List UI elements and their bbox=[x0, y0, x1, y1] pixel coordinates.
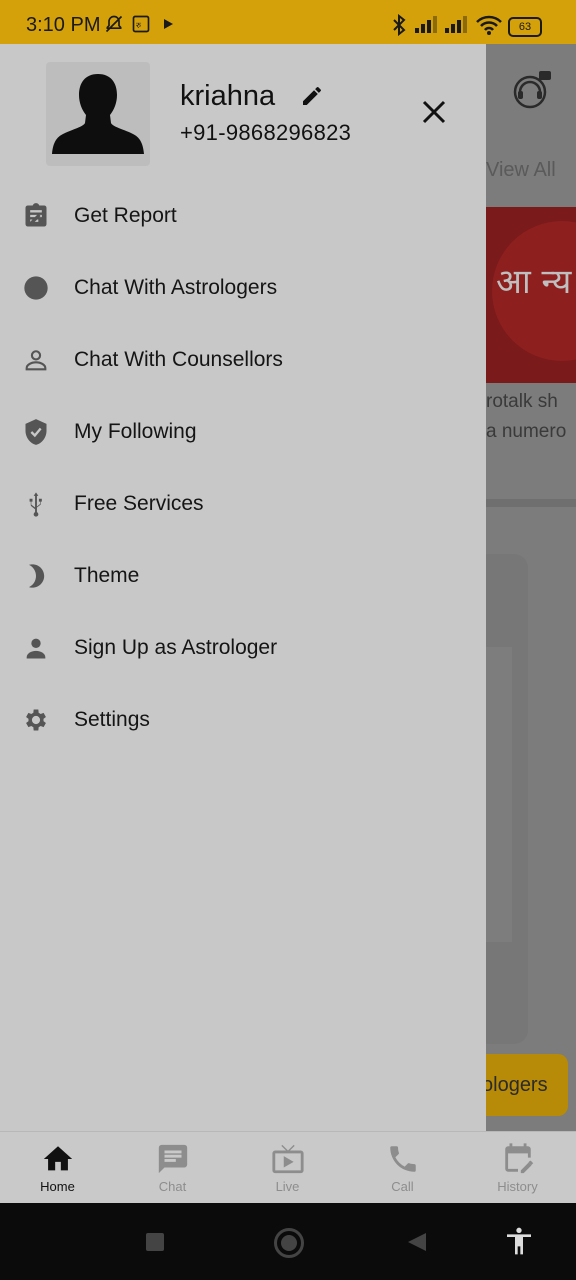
chat-icon bbox=[158, 1144, 188, 1174]
battery-icon: 63 bbox=[508, 17, 542, 37]
menu-label: Settings bbox=[74, 708, 150, 731]
bluetooth-icon bbox=[391, 13, 407, 41]
navigation-drawer: kriahna +91-9868296823 Get Report Chat W… bbox=[0, 44, 486, 1131]
menu-label: Free Services bbox=[74, 492, 204, 515]
home-circle-icon[interactable] bbox=[274, 1228, 304, 1258]
person-silhouette-icon bbox=[52, 74, 144, 154]
system-navigation-bar bbox=[0, 1203, 576, 1280]
gear-icon bbox=[22, 706, 50, 734]
menu-item-signup-astrologer[interactable]: Sign Up as Astrologer bbox=[0, 612, 486, 684]
mute-bell-icon bbox=[104, 14, 124, 39]
menu-label: Chat With Astrologers bbox=[74, 276, 278, 299]
signal-icon bbox=[413, 14, 441, 39]
promo-banner[interactable]: आ न्य bbox=[486, 207, 576, 383]
person-outline-icon bbox=[22, 346, 50, 374]
app-notification-icon: रु bbox=[131, 14, 151, 39]
home-icon bbox=[43, 1146, 73, 1171]
circle-icon bbox=[22, 274, 50, 302]
avatar[interactable] bbox=[46, 62, 150, 166]
svg-text:रु: रु bbox=[136, 20, 142, 30]
view-all-link[interactable]: View All bbox=[486, 159, 556, 182]
user-phone: +91-9868296823 bbox=[180, 120, 352, 145]
card-line-2: a numero bbox=[486, 421, 567, 442]
menu-label: My Following bbox=[74, 420, 197, 443]
menu-item-theme[interactable]: Theme bbox=[0, 540, 486, 612]
support-icon bbox=[508, 68, 554, 114]
menu-label: Sign Up as Astrologer bbox=[74, 636, 278, 659]
calendar-edit-icon bbox=[505, 1143, 534, 1174]
signal-icon-2 bbox=[443, 14, 471, 39]
accessibility-icon[interactable] bbox=[503, 1225, 535, 1262]
back-icon[interactable] bbox=[406, 1231, 428, 1258]
menu-label: Theme bbox=[74, 564, 140, 587]
nav-call[interactable]: Call bbox=[345, 1132, 460, 1204]
banner-text: आ न्य bbox=[496, 262, 572, 302]
clipboard-icon bbox=[22, 202, 50, 230]
usb-icon bbox=[22, 490, 50, 518]
card-line-1: rotalk sh bbox=[486, 391, 558, 412]
play-icon bbox=[162, 14, 176, 39]
status-time: 3:10 PM bbox=[26, 14, 101, 36]
menu-item-free-services[interactable]: Free Services bbox=[0, 468, 486, 540]
close-icon[interactable] bbox=[418, 96, 450, 128]
nav-chat[interactable]: Chat bbox=[115, 1132, 230, 1204]
recents-icon[interactable] bbox=[146, 1233, 164, 1251]
bottom-navigation: Home Chat Live Call History bbox=[0, 1131, 576, 1204]
background-app: View All आ न्य rotalk sh a numero ologer… bbox=[486, 44, 576, 1131]
person-icon bbox=[22, 634, 50, 662]
menu-item-chat-astrologers[interactable]: Chat With Astrologers bbox=[0, 252, 486, 324]
menu-label: Chat With Counsellors bbox=[74, 348, 283, 371]
menu-item-my-following[interactable]: My Following bbox=[0, 396, 486, 468]
moon-icon bbox=[22, 562, 50, 590]
nav-live[interactable]: Live bbox=[230, 1132, 345, 1204]
menu-item-chat-counsellors[interactable]: Chat With Counsellors bbox=[0, 324, 486, 396]
user-name: kriahna bbox=[180, 80, 276, 112]
menu-item-get-report[interactable]: Get Report bbox=[0, 180, 486, 252]
status-bar: 3:10 PM रु 63 bbox=[0, 0, 576, 44]
phone-icon bbox=[390, 1146, 416, 1172]
wifi-icon bbox=[476, 14, 502, 41]
edit-icon[interactable] bbox=[300, 84, 324, 108]
live-tv-icon bbox=[272, 1144, 304, 1174]
shield-check-icon bbox=[22, 418, 50, 446]
menu-label: Get Report bbox=[74, 204, 177, 227]
astrologers-button-label: ologers bbox=[486, 1074, 548, 1096]
menu-item-settings[interactable]: Settings bbox=[0, 684, 486, 756]
nav-history[interactable]: History bbox=[460, 1132, 575, 1204]
nav-home[interactable]: Home bbox=[0, 1132, 115, 1204]
